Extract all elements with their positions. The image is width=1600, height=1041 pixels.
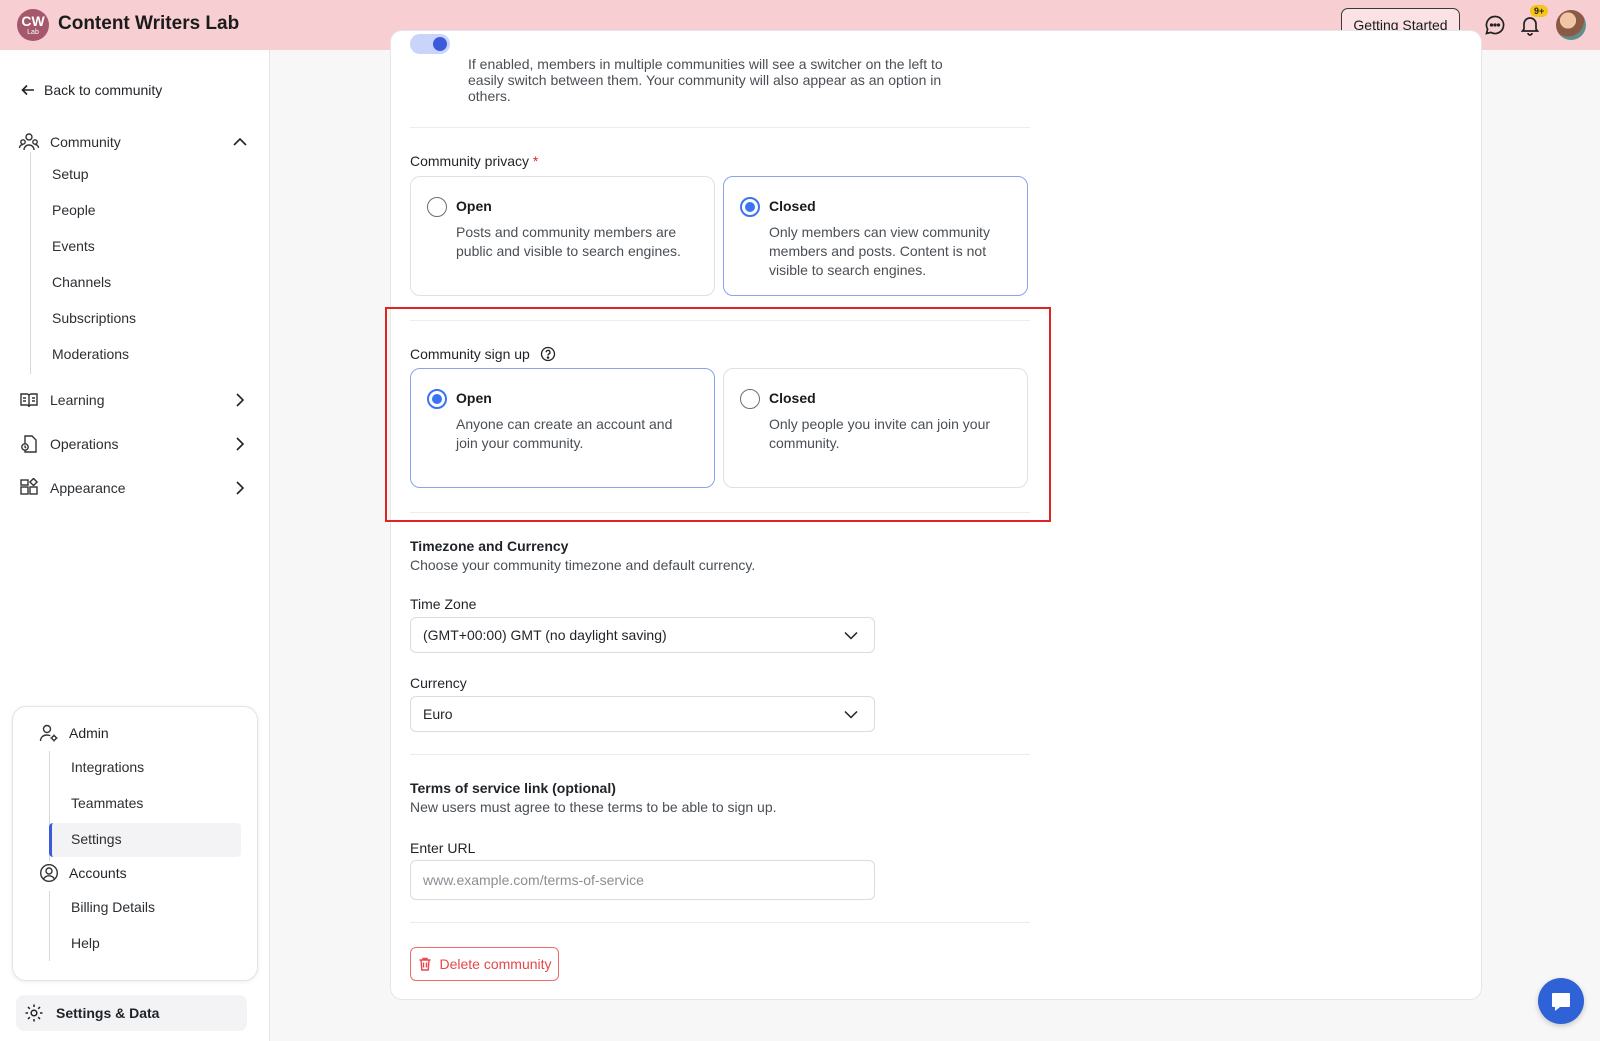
accounts-title: Accounts <box>69 865 127 881</box>
arrow-left-icon <box>21 84 34 96</box>
operations-icon <box>21 435 37 453</box>
terms-url-input[interactable] <box>410 860 875 900</box>
sidebar-item-settings[interactable]: Settings <box>71 831 122 847</box>
help-circle-icon[interactable] <box>540 346 556 362</box>
privacy-closed-option[interactable]: Closed Only members can view community m… <box>723 176 1028 296</box>
option-title: Open <box>456 198 492 214</box>
timezone-value: (GMT+00:00) GMT (no daylight saving) <box>423 627 667 643</box>
signup-label-text: Community sign up <box>410 346 530 362</box>
sidebar-item-help[interactable]: Help <box>71 935 100 951</box>
app-logo[interactable]: CW Lab <box>17 9 49 41</box>
chevron-right-icon[interactable] <box>230 390 250 410</box>
chat-bubble-icon <box>1552 993 1570 1011</box>
settings-and-data-button[interactable]: Settings & Data <box>16 995 247 1031</box>
settings-and-data-label: Settings & Data <box>56 1005 160 1021</box>
sidebar-item-moderations[interactable]: Moderations <box>52 346 129 362</box>
sidebar-item-label: Learning <box>50 392 105 408</box>
switcher-description: If enabled, members in multiple communit… <box>468 56 943 104</box>
sidebar-item-teammates[interactable]: Teammates <box>71 795 143 811</box>
sidebar-item-label: Community <box>50 134 121 150</box>
chevron-up-icon[interactable] <box>230 132 250 152</box>
privacy-open-option[interactable]: Open Posts and community members are pub… <box>410 176 715 296</box>
delete-community-button[interactable]: Delete community <box>410 947 559 981</box>
sidebar-item-community[interactable]: Community <box>18 128 250 156</box>
chevron-down-icon <box>844 631 858 640</box>
sidebar-item-channels[interactable]: Channels <box>52 274 111 290</box>
terms-description: New users must agree to these terms to b… <box>410 799 777 815</box>
appearance-icon <box>20 478 39 495</box>
sidebar-item-setup[interactable]: Setup <box>52 166 89 182</box>
accounts-section-header[interactable]: Accounts <box>39 863 127 883</box>
submenu-line <box>30 152 31 374</box>
signup-open-radio[interactable] <box>427 389 447 409</box>
option-title: Closed <box>769 198 816 214</box>
privacy-label-text: Community privacy <box>410 153 530 169</box>
currency-value: Euro <box>423 706 453 722</box>
chat-icon[interactable] <box>1483 13 1507 37</box>
divider <box>410 922 1030 923</box>
user-avatar[interactable] <box>1556 10 1586 40</box>
sidebar-item-operations[interactable]: Operations <box>18 430 250 458</box>
option-title: Open <box>456 390 492 406</box>
chevron-right-icon[interactable] <box>230 434 250 454</box>
gear-icon <box>25 1004 43 1022</box>
notification-badge: 9+ <box>1530 5 1549 17</box>
back-to-community-link[interactable]: Back to community <box>20 82 162 98</box>
timezone-currency-description: Choose your community timezone and defau… <box>410 557 756 573</box>
sidebar-item-label: Appearance <box>50 480 126 496</box>
sidebar-item-subscriptions[interactable]: Subscriptions <box>52 310 136 326</box>
admin-title: Admin <box>69 725 109 741</box>
sidebar-item-label: Operations <box>50 436 119 452</box>
currency-select[interactable]: Euro <box>410 696 875 732</box>
timezone-currency-title: Timezone and Currency <box>410 538 569 554</box>
privacy-closed-radio[interactable] <box>740 197 760 217</box>
option-description: Anyone can create an account and join yo… <box>456 416 673 451</box>
sidebar-item-learning[interactable]: Learning <box>18 386 250 414</box>
chevron-right-icon[interactable] <box>230 478 250 498</box>
account-circle-icon <box>39 863 59 883</box>
sidebar-item-appearance[interactable]: Appearance <box>18 474 250 502</box>
community-privacy-label: Community privacy * <box>410 153 538 169</box>
support-chat-button[interactable] <box>1538 978 1584 1024</box>
sidebar-item-integrations[interactable]: Integrations <box>71 759 144 775</box>
community-switcher-toggle[interactable] <box>410 34 450 54</box>
logo-subtext: Lab <box>27 29 39 36</box>
divider <box>410 127 1030 128</box>
option-description: Only people you invite can join your com… <box>769 416 991 451</box>
sidebar-item-events[interactable]: Events <box>52 238 95 254</box>
back-label: Back to community <box>44 82 163 98</box>
privacy-open-radio[interactable] <box>427 197 447 217</box>
timezone-select[interactable]: (GMT+00:00) GMT (no daylight saving) <box>410 617 875 653</box>
toggle-knob <box>433 37 447 51</box>
terms-title: Terms of service link (optional) <box>410 780 616 796</box>
signup-closed-option[interactable]: Closed Only people you invite can join y… <box>723 368 1028 488</box>
trash-icon <box>419 957 431 971</box>
community-icon <box>18 133 40 151</box>
divider <box>410 754 1030 755</box>
book-icon <box>20 393 38 408</box>
divider <box>410 512 1030 513</box>
accounts-submenu-line <box>49 891 50 961</box>
currency-label: Currency <box>410 675 467 691</box>
option-title: Closed <box>769 390 816 406</box>
admin-section-header[interactable]: Admin <box>39 723 109 743</box>
signup-open-option[interactable]: Open Anyone can create an account and jo… <box>410 368 715 488</box>
divider <box>410 320 1030 321</box>
sidebar-item-people[interactable]: People <box>52 202 96 218</box>
delete-community-label: Delete community <box>439 956 552 972</box>
sidebar-item-billing-details[interactable]: Billing Details <box>71 899 155 915</box>
admin-user-icon <box>39 724 58 742</box>
required-asterisk: * <box>532 153 539 169</box>
chevron-down-icon <box>844 710 858 719</box>
app-title: Content Writers Lab <box>58 13 240 34</box>
admin-panel: Admin Integrations Teammates Settings Ac… <box>12 706 258 981</box>
url-label: Enter URL <box>410 840 476 856</box>
timezone-label: Time Zone <box>410 596 477 612</box>
sidebar: Back to community Community Setup People… <box>0 50 270 1041</box>
option-description: Only members can view community members … <box>769 224 990 278</box>
option-description: Posts and community members are public a… <box>456 224 681 259</box>
signup-closed-radio[interactable] <box>740 389 760 409</box>
logo-text: CW <box>21 13 45 29</box>
community-signup-label: Community sign up <box>410 346 556 362</box>
